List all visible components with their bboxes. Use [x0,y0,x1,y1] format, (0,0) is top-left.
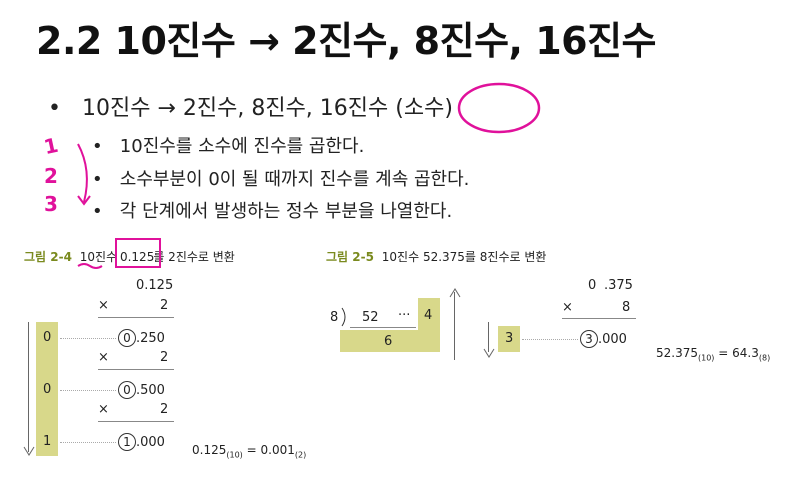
times-sign: × [98,402,109,417]
product-row: 1.000 [118,433,165,451]
sub-bullet-text: 10진수를 소수에 진수를 곱한다. [119,136,365,157]
figure-right-caption: 그림 2-5 10진수 52.375를 8진수로 변환 [326,248,546,265]
integer-part: 3 [580,330,598,348]
result-rhs-base: (8) [758,353,771,363]
fraction-part: .250 [136,331,165,346]
division-bracket-icon [341,307,346,327]
multiplier: 2 [160,402,169,417]
arrow-down-icon [483,348,495,358]
binary-digit: 1 [43,434,52,449]
product-row: 0.500 [118,381,165,399]
handwritten-number-3: 3 [44,192,58,216]
arrow-up-icon [449,288,461,298]
highlight-word: 소수 [403,96,445,121]
paren-close: ) [444,96,453,121]
annotation-circle-icon [457,82,541,134]
figure-number: 그림 2-5 [326,250,374,264]
ellipsis-dots: ··· [398,308,411,323]
division-base: 8 [330,310,339,325]
result-lhs: 52.375 [656,346,698,360]
result-rhs: 64.3 [732,346,759,360]
slide-title: 2.2 10진수 → 2진수, 8진수, 16진수 [36,19,657,63]
frac-top-int: 0 [588,278,597,293]
caption-text: 를 2진수로 변환 [153,250,235,264]
binary-digit: 0 [43,382,52,397]
paren-open: ( [395,96,404,121]
result-lhs: 0.125 [192,443,227,457]
sub-bullet-2: • 소수부분이 0이 될 때까지 진수를 계속 곱한다. [92,165,469,191]
bullet-dot: • [48,96,61,121]
product-row: 0.250 [118,329,165,347]
main-bullet-text: 10진수 → 2진수, 8진수, 16진수 [81,96,389,121]
handwritten-number-2: 2 [44,164,58,188]
result-lhs-base: (10) [698,353,715,363]
times-sign: × [562,300,573,315]
integer-part: 1 [118,433,136,451]
multiplier: 2 [160,350,169,365]
sub-bullet-text: 소수부분이 0이 될 때까지 진수를 계속 곱한다. [119,169,470,190]
annotation-box-icon [115,238,161,268]
sub-bullet-3: • 각 단계에서 발생하는 정수 부분을 나열한다. [92,197,452,223]
quotient-value: 6 [384,334,393,349]
main-bullet: • 10진수 → 2진수, 8진수, 16진수 (소수) [48,90,453,122]
result-lhs-base: (10) [226,450,243,460]
sub-bullet-1: • 10진수를 소수에 진수를 곱한다. [92,132,364,158]
left-result-equation: 0.125(10) = 0.001(2) [192,443,306,459]
division-value: 52 [362,310,379,325]
remainder-value: 4 [424,308,433,323]
sub-bullet-text: 각 단계에서 발생하는 정수 부분을 나열한다. [119,201,453,222]
right-result-equation: 52.375(10) = 64.3(8) [656,346,770,362]
equals-sign: = [718,346,729,360]
fraction-part: .000 [598,332,627,347]
times-sign: × [98,298,109,313]
fraction-part: .000 [136,435,165,450]
result-rhs-base: (2) [294,450,307,460]
fraction-part: .500 [136,383,165,398]
annotation-underline-icon [77,263,103,269]
handwritten-arrow-icon [77,143,91,206]
figure-number: 그림 2-4 [24,250,72,264]
frac-top-frac: .375 [604,278,633,293]
octal-digit: 3 [505,331,514,346]
binary-digit: 0 [43,330,52,345]
multiplier: 8 [622,300,631,315]
arrow-down-icon [23,446,35,456]
product-row: 3.000 [580,330,627,348]
integer-part: 0 [118,329,136,347]
handwritten-number-1: 1 [41,132,61,160]
caption-text: 10진수 52.375를 8진수로 변환 [381,250,547,264]
top-value: 0.125 [136,278,174,293]
multiplier: 2 [160,298,169,313]
remainder-bar [418,298,440,352]
integer-part: 0 [118,381,136,399]
equals-sign: = [246,443,257,457]
result-rhs: 0.001 [260,443,295,457]
times-sign: × [98,350,109,365]
